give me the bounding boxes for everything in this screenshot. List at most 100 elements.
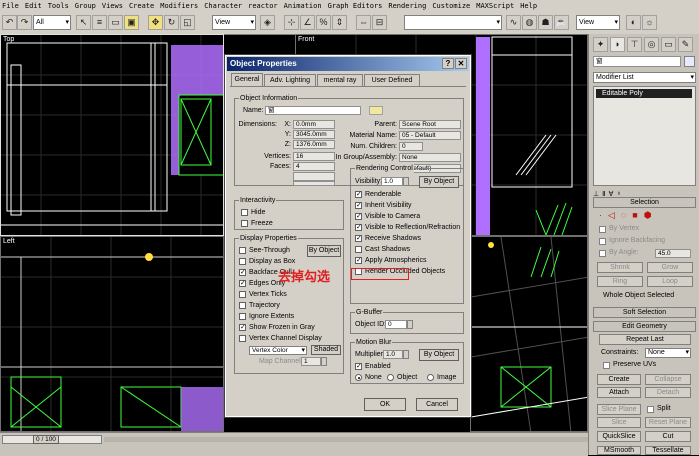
render-ctrl-checkbox-0[interactable]: ✓ [355, 191, 362, 198]
named-selection-dropdown[interactable] [404, 15, 502, 30]
rectangular-selection-icon[interactable]: ▭ [108, 15, 123, 30]
display-tab-icon[interactable]: ▭ [661, 37, 676, 52]
menu-edit[interactable]: Edit [25, 0, 42, 12]
viewport-perspective[interactable] [470, 236, 588, 432]
render-ctrl-checkbox-2[interactable]: ✓ [355, 213, 362, 220]
close-icon[interactable]: ✕ [455, 58, 467, 69]
display-prop-checkbox-1[interactable] [239, 258, 246, 265]
modifier-stack[interactable]: Editable Poly [593, 86, 696, 186]
object-color-swatch[interactable] [684, 56, 695, 67]
map-channel-field[interactable]: 1 [301, 357, 321, 366]
blur-none-radio[interactable] [355, 374, 362, 381]
hierarchy-tab-icon[interactable]: ⊤ [627, 37, 642, 52]
render-ctrl-checkbox-1[interactable]: ✓ [355, 202, 362, 209]
by-angle-checkbox[interactable] [599, 250, 606, 257]
create-tab-icon[interactable]: ✦ [593, 37, 608, 52]
menu-reactor[interactable]: reactor [248, 0, 278, 12]
quick-render-icon[interactable]: ☕ [554, 15, 569, 30]
modifier-list-dropdown[interactable]: Modifier List [593, 72, 696, 83]
by-vertex-checkbox[interactable] [599, 226, 606, 233]
menu-rendering[interactable]: Rendering [388, 0, 426, 12]
render-icon[interactable]: ◐ [626, 15, 641, 30]
display-prop-checkbox-6[interactable] [239, 313, 246, 320]
menu-maxscript[interactable]: MAXScript [476, 0, 514, 12]
utilities-tab-icon[interactable]: ✎ [678, 37, 693, 52]
time-slider[interactable]: 0 / 100 [2, 435, 102, 444]
by-angle-field[interactable]: 45.0 [655, 249, 691, 258]
menu-customize[interactable]: Customize [432, 0, 470, 12]
select-by-name-icon[interactable]: ≡ [92, 15, 107, 30]
multiplier-field[interactable]: 1.0 [383, 350, 403, 359]
menu-character[interactable]: Character [204, 0, 242, 12]
teapot-icon[interactable]: ☼ [642, 15, 657, 30]
constraints-dropdown[interactable]: None [645, 348, 691, 358]
object-name-field[interactable]: 窗 [593, 56, 681, 67]
viewport-top[interactable]: Top [0, 34, 224, 236]
rollout-selection[interactable]: Selection [593, 197, 696, 208]
menu-tools[interactable]: Tools [48, 0, 69, 12]
rollout-soft-selection[interactable]: Soft Selection [593, 307, 696, 318]
map-channel-spinner[interactable] [321, 357, 327, 366]
create-button[interactable]: Create [597, 374, 641, 385]
polygon-icon[interactable]: ■ [632, 210, 637, 220]
blur-object-radio[interactable] [387, 374, 394, 381]
slice-button[interactable]: Slice [597, 417, 641, 428]
render-by-object-button[interactable]: By Object [419, 176, 459, 188]
display-prop-checkbox-0[interactable] [239, 247, 246, 254]
quickslice-button[interactable]: QuickSlice [597, 431, 641, 442]
menu-animation[interactable]: Animation [284, 0, 322, 12]
object-id-spinner[interactable] [407, 320, 413, 329]
ring-button[interactable]: Ring [597, 276, 643, 287]
freeze-checkbox[interactable] [241, 220, 248, 227]
loop-button[interactable]: Loop [647, 276, 693, 287]
dialog-titlebar[interactable]: Object Properties ? ✕ [227, 57, 469, 71]
slice-plane-button[interactable]: Slice Plane [597, 404, 641, 415]
undo-icon[interactable]: ↶ [2, 15, 17, 30]
spinner-snap-icon[interactable]: ⇕ [332, 15, 347, 30]
display-by-object-button[interactable]: By Object [307, 245, 341, 257]
reference-coordinate-dropdown[interactable]: View [212, 15, 256, 30]
selection-filter-dropdown[interactable]: All [33, 15, 71, 30]
menu-help[interactable]: Help [520, 0, 537, 12]
render-type-dropdown[interactable]: View [576, 15, 620, 30]
object-color-swatch[interactable] [369, 106, 383, 115]
render-ctrl-checkbox-5[interactable] [355, 246, 362, 253]
viewport-left[interactable]: Left [0, 236, 224, 432]
element-icon[interactable]: ⬢ [644, 210, 652, 220]
ignore-backfacing-checkbox[interactable] [599, 238, 606, 245]
shaded-button[interactable]: Shaded [311, 345, 341, 355]
cancel-button[interactable]: Cancel [416, 398, 458, 411]
menu-file[interactable]: File [2, 0, 19, 12]
menu-views[interactable]: Views [102, 0, 123, 12]
vertex-color-dropdown[interactable]: Vertex Color [249, 346, 307, 355]
curve-editor-icon[interactable]: ∿ [506, 15, 521, 30]
time-slider-thumb[interactable]: 0 / 100 [33, 435, 59, 444]
multiplier-spinner[interactable] [403, 350, 409, 359]
select-scale-icon[interactable]: ◱ [180, 15, 195, 30]
window-crossing-icon[interactable]: ▣ [124, 15, 139, 30]
stack-item-editable-poly[interactable]: Editable Poly [596, 89, 692, 98]
menu-group[interactable]: Group [75, 0, 96, 12]
select-move-icon[interactable]: ✥ [148, 15, 163, 30]
visibility-spinner[interactable] [403, 177, 409, 186]
align-icon[interactable]: ⊟ [372, 15, 387, 30]
motion-tab-icon[interactable]: ◎ [644, 37, 659, 52]
select-object-icon[interactable]: ↖ [76, 15, 91, 30]
menu-create[interactable]: Create [129, 0, 154, 12]
render-ctrl-checkbox-6[interactable]: ✓ [355, 257, 362, 264]
render-ctrl-checkbox-4[interactable]: ✓ [355, 235, 362, 242]
ok-button[interactable]: OK [364, 398, 406, 411]
split-checkbox[interactable] [647, 406, 654, 413]
cut-button[interactable]: Cut [645, 431, 691, 442]
motion-blur-by-object-button[interactable]: By Object [419, 349, 459, 361]
detach-button[interactable]: Detach [645, 387, 691, 398]
mirror-icon[interactable]: ⇔ [356, 15, 371, 30]
edge-icon[interactable]: ◁ [608, 210, 615, 220]
preserve-uvs-checkbox[interactable] [603, 362, 610, 369]
render-ctrl-checkbox-3[interactable]: ✓ [355, 224, 362, 231]
object-id-field[interactable]: 0 [385, 320, 407, 329]
material-editor-icon[interactable]: ◍ [522, 15, 537, 30]
menu-modifiers[interactable]: Modifiers [160, 0, 198, 12]
percent-snap-icon[interactable]: % [316, 15, 331, 30]
render-setup-icon[interactable]: ☗ [538, 15, 553, 30]
